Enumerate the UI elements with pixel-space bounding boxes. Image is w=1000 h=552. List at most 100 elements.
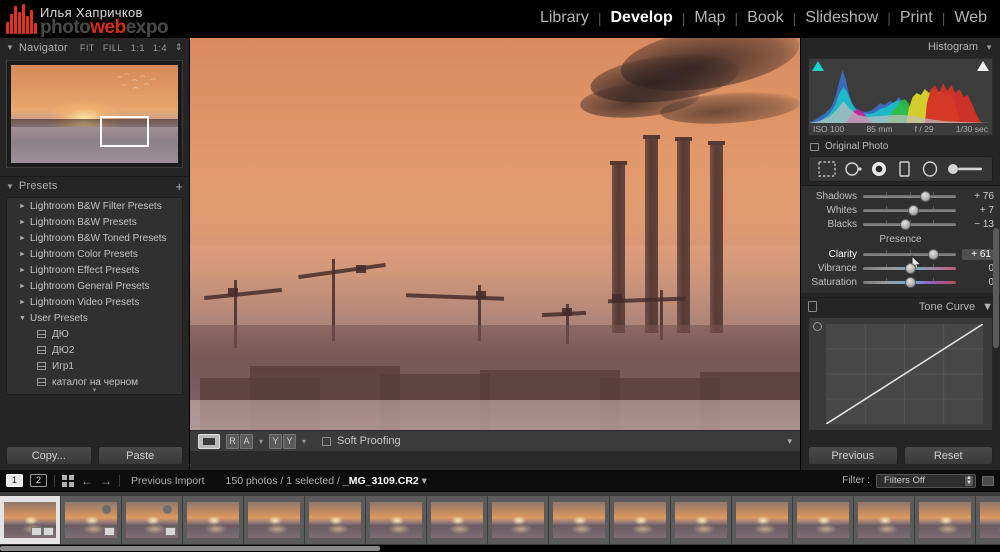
zoom-fill[interactable]: FILL <box>103 43 123 53</box>
back-arrow-icon[interactable]: ← <box>81 474 93 488</box>
filmstrip-thumbnail[interactable] <box>976 496 1000 544</box>
filmstrip-thumbnail[interactable] <box>427 496 487 544</box>
thumbnail-badge-crop[interactable] <box>104 527 115 536</box>
preset-group-bw[interactable]: ► Lightroom B&W Presets <box>7 214 182 230</box>
filmstrip-thumbnail[interactable] <box>244 496 304 544</box>
zoom-1-4[interactable]: 1:4 <box>153 43 167 53</box>
slider-track[interactable] <box>863 190 956 202</box>
previous-button[interactable]: Previous <box>808 446 898 465</box>
tone-curve-plot[interactable] <box>826 324 983 424</box>
expand-arrow-icon[interactable]: ► <box>19 283 30 290</box>
red-eye-correction-tool[interactable] <box>869 160 889 178</box>
slider-saturation[interactable]: Saturation 0 <box>801 275 1000 289</box>
thumbnail-badge-grid[interactable] <box>31 527 42 536</box>
filmstrip-thumbnail[interactable] <box>61 496 121 544</box>
thumbnail-badge-crop[interactable] <box>165 527 176 536</box>
preset-group-color[interactable]: ► Lightroom Color Presets <box>7 246 182 262</box>
presets-collapse-icon[interactable]: ▼ <box>6 182 14 191</box>
histogram-collapse-icon[interactable]: ▼ <box>985 43 993 52</box>
tone-curve-collapse-icon[interactable]: ▼ <box>982 301 993 313</box>
tone-curve-graph[interactable] <box>808 317 993 431</box>
target-adjust-icon[interactable] <box>813 322 822 331</box>
preset-group-video[interactable]: ► Lightroom Video Presets <box>7 294 182 310</box>
slider-track[interactable] <box>863 262 956 274</box>
loupe-view-icon[interactable] <box>198 434 220 449</box>
slider-track[interactable] <box>863 218 956 230</box>
source-label[interactable]: Previous Import <box>131 475 205 487</box>
presets-list[interactable]: ► Lightroom B&W Filter Presets ► Lightro… <box>6 197 183 395</box>
filmstrip-thumbnail[interactable] <box>122 496 182 544</box>
module-book[interactable]: Book <box>738 5 792 31</box>
reset-button[interactable]: Reset <box>904 446 994 465</box>
module-slideshow[interactable]: Slideshow <box>796 5 887 31</box>
compare-caret-icon[interactable]: ▾ <box>259 437 263 446</box>
original-photo-toggle[interactable]: Original Photo <box>801 136 1000 152</box>
add-preset-icon[interactable]: + <box>175 179 183 194</box>
slider-track[interactable] <box>863 276 956 288</box>
module-print[interactable]: Print <box>891 5 942 31</box>
tone-curve-header[interactable]: Tone Curve ▼ <box>801 297 1000 315</box>
preset-group-effect[interactable]: ► Lightroom Effect Presets <box>7 262 182 278</box>
filmstrip-thumbnail[interactable] <box>854 496 914 544</box>
right-panel-scrollbar[interactable] <box>993 228 999 348</box>
filter-toggle-icon[interactable] <box>982 476 994 486</box>
original-photo-checkbox[interactable] <box>810 143 819 151</box>
user-preset-item[interactable]: Игр1 <box>7 358 182 374</box>
filmstrip-thumbnail[interactable] <box>366 496 426 544</box>
filmstrip-scrollbar[interactable] <box>0 545 1000 552</box>
soft-proofing-checkbox[interactable] <box>322 437 331 446</box>
collapse-arrow-icon[interactable]: ▼ <box>19 315 30 322</box>
compare-view-button[interactable]: R A <box>226 434 253 449</box>
expand-arrow-icon[interactable]: ► <box>19 219 30 226</box>
expand-arrow-icon[interactable]: ► <box>19 235 30 242</box>
preset-group-bw-filter[interactable]: ► Lightroom B&W Filter Presets <box>7 198 182 214</box>
slider-track[interactable] <box>863 204 956 216</box>
navigator-preview[interactable] <box>6 60 183 168</box>
grid-view-icon[interactable] <box>62 475 74 487</box>
filename-caret-icon[interactable]: ▾ <box>422 475 427 487</box>
soft-proofing-toggle[interactable]: Soft Proofing <box>322 435 401 447</box>
photo-preview[interactable] <box>190 38 800 436</box>
slider-shadows[interactable]: Shadows + 76 <box>801 189 1000 203</box>
preset-group-user[interactable]: ▼ User Presets <box>7 310 182 326</box>
navigator-view-rect[interactable] <box>100 116 149 147</box>
module-map[interactable]: Map <box>685 5 734 31</box>
slider-clarity[interactable]: Clarity + 61 <box>801 247 1000 261</box>
zoom-1-1[interactable]: 1:1 <box>131 43 145 53</box>
filmstrip-thumbnail[interactable] <box>610 496 670 544</box>
module-library[interactable]: Library <box>531 5 598 31</box>
expand-arrow-icon[interactable]: ► <box>19 299 30 306</box>
expand-arrow-icon[interactable]: ► <box>19 267 30 274</box>
survey-view-button[interactable]: Y Y <box>269 434 296 449</box>
histogram-header[interactable]: Histogram ▼ <box>801 38 1000 56</box>
filmstrip[interactable] <box>0 492 1000 552</box>
display-1-button[interactable]: 1 <box>6 474 23 487</box>
preset-group-general[interactable]: ► Lightroom General Presets <box>7 278 182 294</box>
presets-header[interactable]: ▼ Presets + <box>0 176 189 195</box>
expand-arrow-icon[interactable]: ► <box>19 251 30 258</box>
module-develop[interactable]: Develop <box>602 5 682 31</box>
expand-arrow-icon[interactable]: ► <box>19 203 30 210</box>
slider-blacks[interactable]: Blacks − 13 <box>801 217 1000 231</box>
histogram-chart[interactable]: ISO 100 85 mm f / 29 1/30 sec <box>808 58 993 136</box>
forward-arrow-icon[interactable]: → <box>100 474 112 488</box>
filmstrip-thumbnail[interactable] <box>549 496 609 544</box>
preset-group-bw-toned[interactable]: ► Lightroom B&W Toned Presets <box>7 230 182 246</box>
filmstrip-thumbnail[interactable] <box>671 496 731 544</box>
toolbar-hide-caret-icon[interactable]: ▾ <box>787 436 792 447</box>
user-preset-item[interactable]: ДЮ2 <box>7 342 182 358</box>
survey-caret-icon[interactable]: ▾ <box>302 437 306 446</box>
navigator-collapse-icon[interactable]: ▼ <box>6 43 14 52</box>
crop-overlay-tool[interactable] <box>817 160 837 178</box>
filmstrip-thumbnail[interactable] <box>915 496 975 544</box>
filmstrip-thumbnail[interactable] <box>305 496 365 544</box>
filmstrip-thumbnail[interactable] <box>0 496 60 544</box>
filter-stepper-icon[interactable]: ▲▼ <box>965 476 973 486</box>
adjustment-brush-tool[interactable] <box>946 160 984 178</box>
filmstrip-thumbnail[interactable] <box>488 496 548 544</box>
user-preset-item[interactable]: ДЮ <box>7 326 182 342</box>
zoom-stepper-icon[interactable]: ⇕ <box>175 42 183 53</box>
slider-track[interactable] <box>863 248 956 260</box>
spot-removal-tool[interactable] <box>843 160 863 178</box>
copy-button[interactable]: Copy... <box>6 446 92 465</box>
